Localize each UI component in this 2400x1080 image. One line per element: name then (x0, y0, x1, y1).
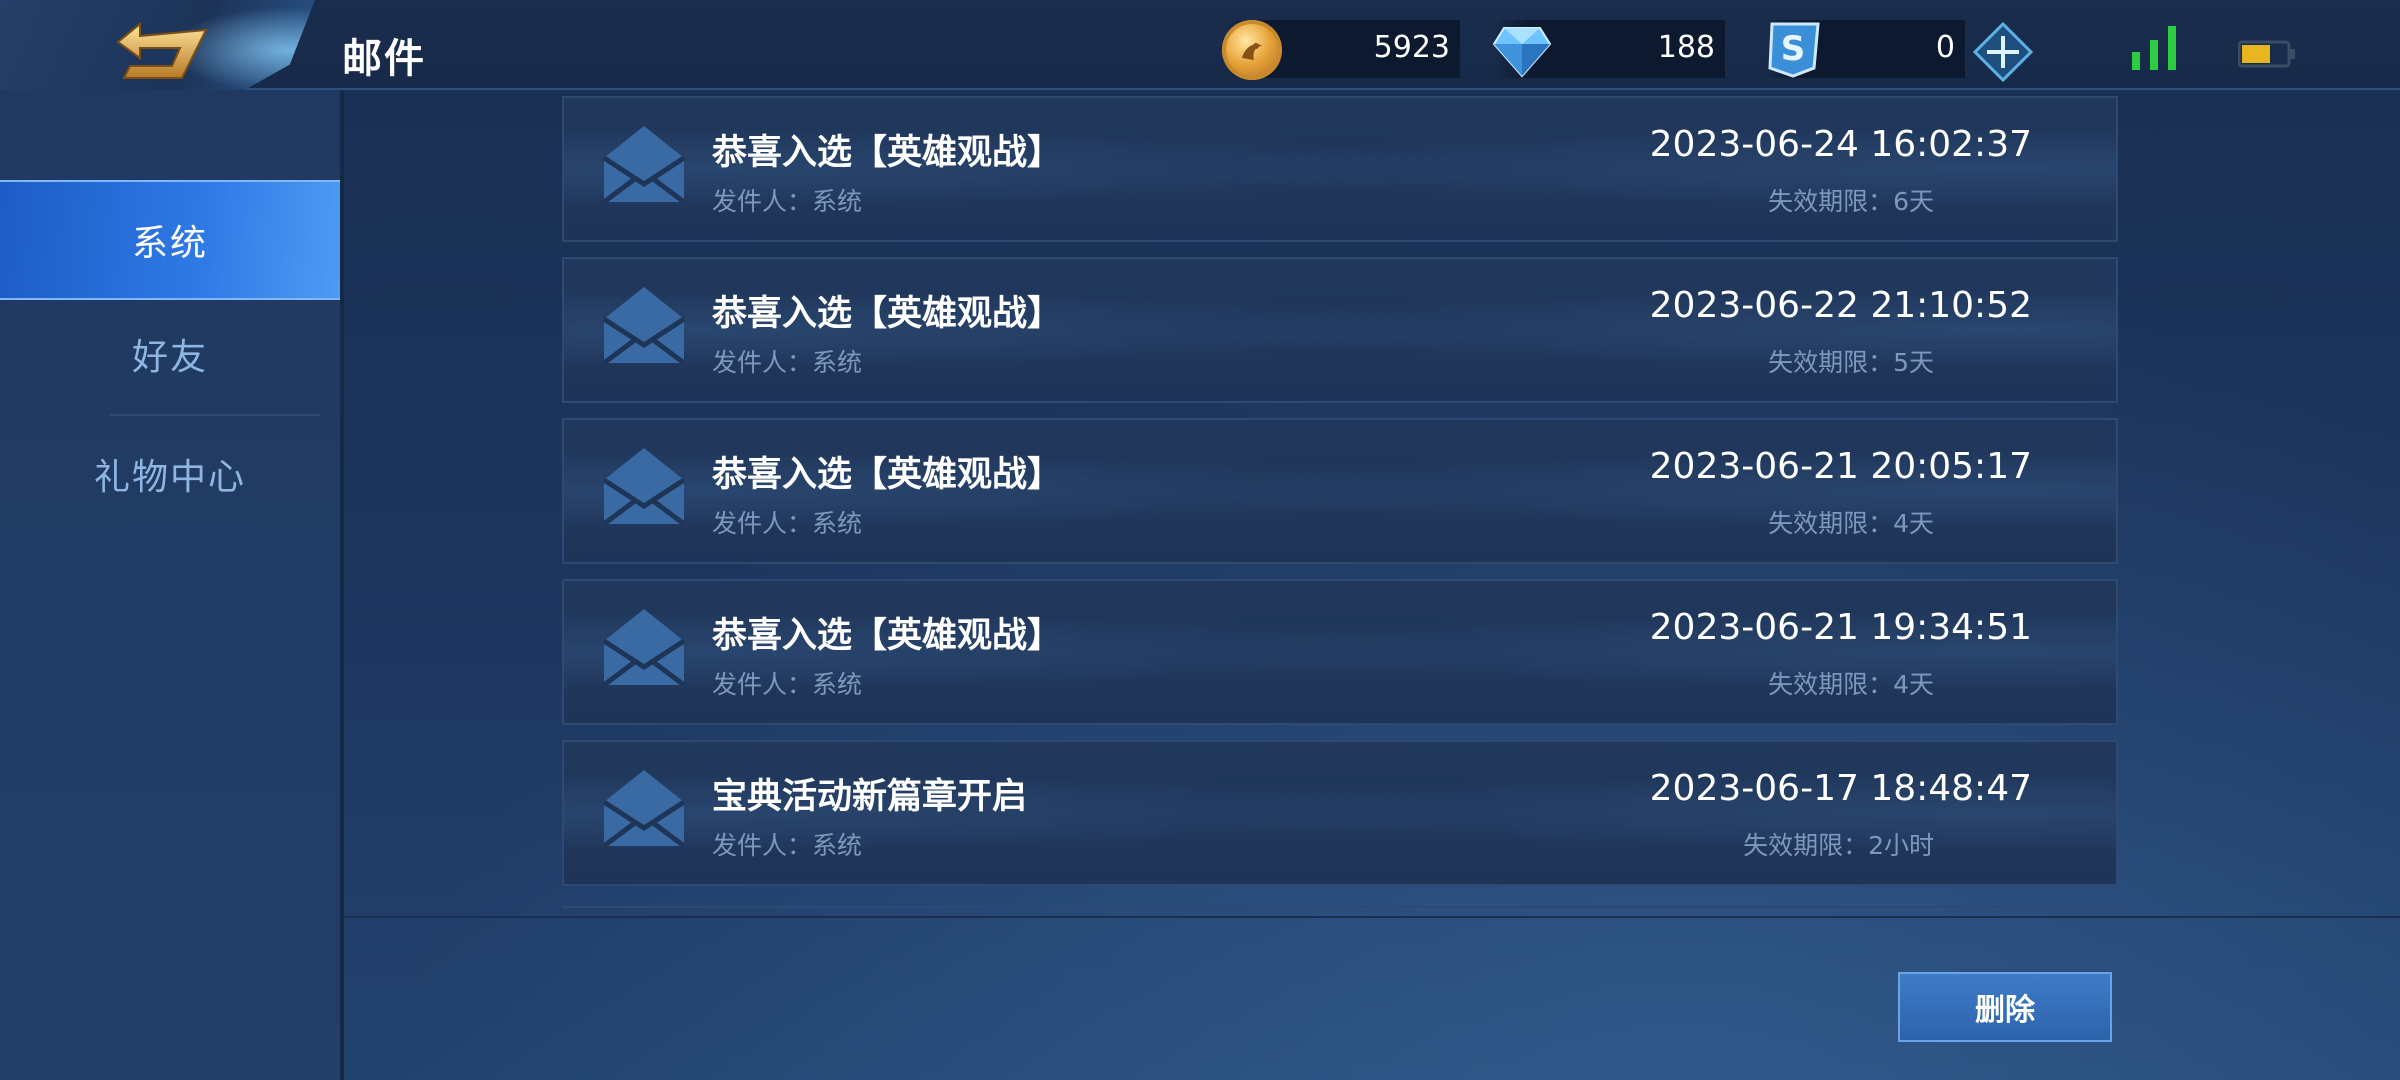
diamond-value: 188 (1657, 30, 1715, 65)
sidebar-item-label: 礼物中心 (93, 457, 246, 498)
mail-title: 恭喜入选【英雄观战】 (712, 294, 1063, 334)
gold-value: 5923 (1373, 30, 1450, 65)
category-sidebar: 系统 好友 礼物中心 (0, 90, 344, 1080)
mail-item[interactable]: 恭喜入选【英雄观战】 发件人：系统 2023-06-22 21:10:52 失效… (562, 257, 2118, 403)
envelope-icon (602, 609, 686, 687)
page-title: 邮件 (342, 36, 426, 82)
mail-date: 2023-06-22 21:10:52 (1649, 285, 2032, 326)
delete-button[interactable]: 删除 (1898, 972, 2112, 1042)
mail-sender: 发件人：系统 (712, 187, 863, 216)
mail-date: 2023-06-21 19:34:51 (1649, 607, 2032, 648)
mail-date: 2023-06-17 18:48:47 (1649, 768, 2032, 809)
signal-bars-icon (2132, 26, 2176, 70)
battery-icon (2238, 40, 2295, 68)
mail-item[interactable]: 恭喜入选【英雄观战】 发件人：系统 2023-06-21 20:05:17 失效… (562, 418, 2118, 564)
mail-expiry: 失效期限：4天 (1768, 509, 1934, 538)
mail-sender: 发件人：系统 (712, 348, 863, 377)
mail-item[interactable]: 恭喜入选【英雄观战】 发件人：系统 2023-06-24 16:02:37 失效… (562, 96, 2118, 242)
sidebar-item-label: 好友 (131, 337, 208, 378)
delete-button-label: 删除 (1975, 993, 2035, 1028)
mail-title: 恭喜入选【英雄观战】 (712, 455, 1063, 495)
footer-divider (344, 916, 2400, 918)
sidebar-item-system[interactable]: 系统 (0, 180, 340, 300)
envelope-icon (602, 287, 686, 365)
mail-title: 恭喜入选【英雄观战】 (712, 133, 1063, 173)
mail-title: 宝典活动新篇章开启 (712, 777, 1028, 817)
list-bottom-divider (562, 906, 2118, 908)
gold-coin-icon (1222, 20, 1282, 80)
mail-sender: 发件人：系统 (712, 509, 863, 538)
mail-sender: 发件人：系统 (712, 670, 863, 699)
mail-title: 恭喜入选【英雄观战】 (712, 616, 1063, 656)
add-currency-button[interactable] (1973, 22, 2033, 82)
mail-expiry: 失效期限：2小时 (1743, 831, 1934, 860)
sidebar-item-gift-center[interactable]: 礼物中心 (0, 416, 340, 532)
coupon-value: 0 (1935, 30, 1955, 65)
mail-item[interactable]: 宝典活动新篇章开启 发件人：系统 2023-06-17 18:48:47 失效期… (562, 740, 2118, 886)
back-arrow-icon (116, 21, 208, 79)
sidebar-item-label: 系统 (131, 223, 208, 264)
envelope-icon (602, 126, 686, 204)
sidebar-item-friends[interactable]: 好友 (0, 296, 340, 412)
mail-expiry: 失效期限：5天 (1768, 348, 1934, 377)
mail-screen: 邮件 5923 188 0 S 系统 好友 礼物中心 恭喜入选【英雄观战】 发件… (0, 0, 2400, 1080)
envelope-icon (602, 770, 686, 848)
mail-item[interactable]: 恭喜入选【英雄观战】 发件人：系统 2023-06-21 19:34:51 失效… (562, 579, 2118, 725)
diamond-icon (1492, 27, 1552, 78)
svg-text:S: S (1781, 29, 1806, 69)
mail-expiry: 失效期限：4天 (1768, 670, 1934, 699)
mail-date: 2023-06-21 20:05:17 (1649, 446, 2032, 487)
mail-expiry: 失效期限：6天 (1768, 187, 1934, 216)
coupon-icon: S (1768, 22, 1820, 78)
mail-sender: 发件人：系统 (712, 831, 863, 860)
envelope-icon (602, 448, 686, 526)
mail-date: 2023-06-24 16:02:37 (1649, 124, 2032, 165)
